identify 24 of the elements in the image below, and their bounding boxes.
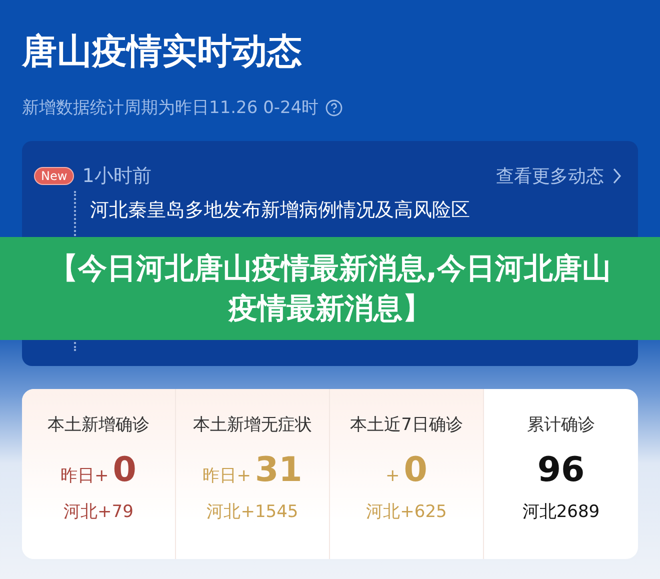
page-title: 唐山疫情实时动态 xyxy=(22,31,303,74)
stat-detail: 河北2689 xyxy=(522,501,600,523)
stat-label: 本土近7日确诊 xyxy=(350,414,463,436)
news-time: 1小时前 xyxy=(82,164,152,189)
more-link[interactable]: 查看更多动态 xyxy=(496,164,604,188)
stat-detail: 河北+625 xyxy=(366,501,447,523)
stat-value: 0 xyxy=(112,450,136,490)
stat-value: 96 xyxy=(537,450,585,490)
news-headline[interactable]: 河北秦皇岛多地发布新增病例情况及高风险区 xyxy=(90,197,622,223)
stat-detail: 河北+1545 xyxy=(206,501,298,523)
title-banner: 【今日河北唐山疫情最新消息,今日河北唐山疫情最新消息】 xyxy=(0,237,660,340)
stat-detail: 河北+79 xyxy=(64,501,134,523)
stat-prefix: 昨日+ xyxy=(60,465,109,487)
period-note: 新增数据统计周期为昨日11.26 0-24时 xyxy=(22,97,319,119)
stat-prefix: + xyxy=(386,466,400,486)
stat-value: 0 xyxy=(404,450,428,490)
new-badge: New xyxy=(34,167,74,185)
chevron-icon xyxy=(612,167,622,185)
stat-value: 31 xyxy=(254,450,302,490)
stat-label: 本土新增确诊 xyxy=(48,414,150,436)
stat-prefix: 昨日+ xyxy=(202,465,251,487)
help-icon[interactable] xyxy=(324,98,343,116)
stat-label: 累计确诊 xyxy=(527,414,595,436)
stat-label: 本土新增无症状 xyxy=(193,414,312,436)
